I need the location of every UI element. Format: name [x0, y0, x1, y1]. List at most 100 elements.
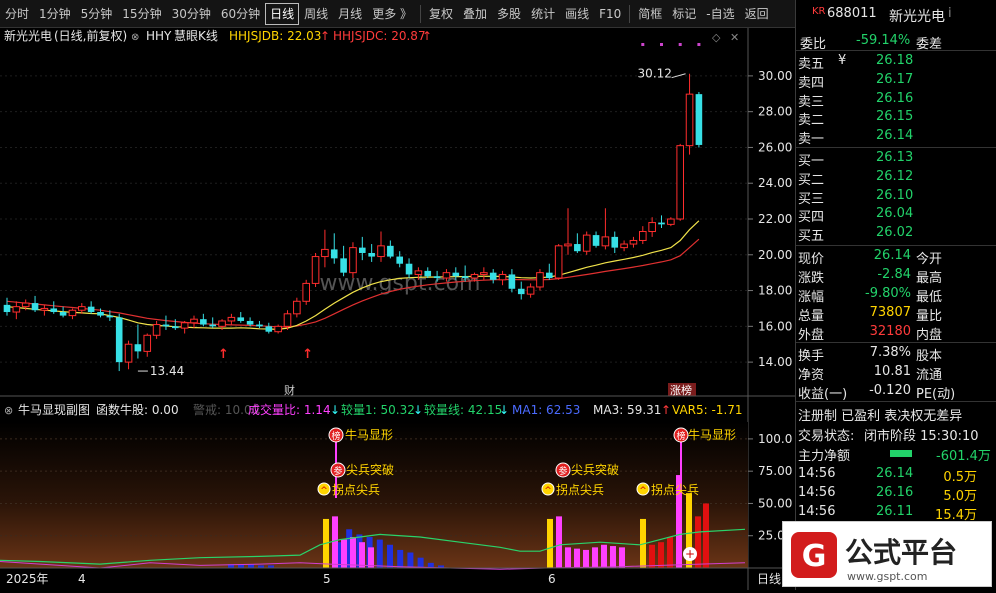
- main-y-tick-label: 24.00: [758, 176, 792, 190]
- candle-body: [508, 274, 516, 289]
- candle: [3, 297, 11, 316]
- toolbar-btn-3[interactable]: 15分钟: [117, 0, 166, 28]
- buy-price: 26.13: [876, 150, 914, 165]
- candle: [667, 217, 675, 227]
- tick-price: 26.11: [876, 504, 914, 519]
- info-icon[interactable]: i: [948, 6, 952, 21]
- candle-body: [302, 282, 310, 302]
- candle: [546, 263, 553, 280]
- event-marker-bang: 涨榜: [670, 383, 692, 397]
- signal-bar: [332, 516, 338, 568]
- net-flow-value: -601.4万: [936, 449, 991, 464]
- candle-body: [377, 245, 385, 258]
- chart-area[interactable]: 新光光电 (日线,前复权) ⊗ HHY 慧眼K线 HHJSJDB: 22.03 …: [0, 28, 795, 590]
- candle-body: [274, 325, 282, 333]
- toolbar-btn-18[interactable]: -自选: [701, 0, 739, 28]
- sub-f5: 较量线: 42.15: [424, 402, 502, 417]
- indicator-collapse-icon[interactable]: ⊗: [131, 32, 139, 43]
- toolbar-btn-6[interactable]: 日线: [265, 2, 300, 25]
- sub-indicator-name[interactable]: 牛马显现副图: [18, 402, 90, 417]
- tick-volume: 0.5万: [943, 470, 977, 485]
- stat2-value: -0.120: [869, 383, 911, 398]
- tick-row: 14:56 26.11 15.4万: [796, 504, 996, 523]
- toolbar-btn-4[interactable]: 30分钟: [167, 0, 216, 28]
- toolbar-btn-0[interactable]: 分时: [0, 0, 34, 28]
- toolbar-btn-15[interactable]: F10: [594, 0, 626, 28]
- event-marker-cai: 财: [284, 383, 295, 397]
- candle-body: [12, 306, 21, 313]
- toolbar-btn-10[interactable]: 复权: [424, 0, 458, 28]
- sub-f7-arrow: ↑: [661, 403, 671, 417]
- candle: [359, 236, 366, 261]
- candlestick-series[interactable]: [3, 73, 703, 372]
- signal-bar: [556, 516, 562, 568]
- reg-line: 注册制 已盈利 表决权无差异: [798, 409, 963, 424]
- toolbar-btn-1[interactable]: 1分钟: [34, 0, 76, 28]
- net-flow-bar: [890, 450, 912, 457]
- signal-dot-marker: [660, 43, 663, 46]
- kline-chart-svg[interactable]: 新光光电 (日线,前复权) ⊗ HHY 慧眼K线 HHJSJDB: 22.03 …: [0, 28, 795, 590]
- tick-price: 26.16: [876, 485, 914, 500]
- stat2-label-2: 股本: [916, 349, 943, 364]
- candle-body: [536, 272, 544, 288]
- toolbar-btn-8[interactable]: 月线: [333, 0, 367, 28]
- toolbar-btn-2[interactable]: 5分钟: [76, 0, 118, 28]
- indicator-code[interactable]: HHY: [146, 29, 172, 43]
- toolbar-btn-14[interactable]: 画线: [560, 0, 594, 28]
- buy-arrow-icon: ↑: [302, 347, 313, 362]
- candle-body: [200, 319, 207, 325]
- sub-collapse-icon[interactable]: ⊗: [4, 404, 13, 417]
- candle-body: [265, 326, 273, 332]
- chart-close-icon[interactable]: ✕: [730, 31, 739, 44]
- jbtp-label-2: 尖兵突破: [571, 462, 619, 477]
- candle: [227, 313, 236, 325]
- toolbar-btn-7[interactable]: 周线: [299, 0, 333, 28]
- stat-label-2: 最低: [916, 290, 943, 305]
- stats2-row: 收益(一) -0.120 PE(动): [796, 383, 996, 402]
- stat-label: 总量: [798, 309, 825, 324]
- candle: [676, 143, 685, 221]
- toolbar-btn-12[interactable]: 多股: [492, 0, 526, 28]
- sub-f5-arrow: ↓: [499, 403, 509, 417]
- max-price-label: 30.12: [638, 67, 672, 81]
- candle-body: [546, 272, 553, 279]
- stats-row: 涨跌 -2.84 最高: [796, 267, 996, 286]
- chart-diamond-icon[interactable]: ◇: [712, 31, 721, 44]
- x-axis-period[interactable]: 日线: [757, 572, 781, 586]
- candle-body: [695, 94, 703, 145]
- indicator-name[interactable]: 慧眼K线: [174, 28, 218, 43]
- toolbar-btn-5[interactable]: 60分钟: [216, 0, 265, 28]
- net-flow-row: 主力净额 -601.4万: [796, 445, 996, 464]
- trade-state-value: 闭市阶段 15:30:10: [864, 429, 979, 444]
- candle-body: [3, 304, 11, 313]
- candle-body: [667, 218, 675, 225]
- signal-bar: [583, 549, 589, 568]
- candle: [87, 301, 95, 314]
- candle-body: [582, 234, 591, 252]
- sell-label: 卖二: [798, 113, 825, 129]
- buy-price: 26.10: [876, 187, 914, 203]
- stat-value: 26.14: [873, 248, 911, 263]
- buy-row-1: 买一 26.13: [796, 150, 996, 169]
- toolbar-btn-16[interactable]: 简框: [633, 0, 667, 28]
- toolbar-btn-9[interactable]: 更多 》: [367, 0, 417, 28]
- toolbar-btn-19[interactable]: 返回: [740, 0, 774, 28]
- candle-body: [124, 343, 133, 363]
- sell-row-1: 卖一 26.14: [796, 128, 996, 148]
- candle-body: [405, 263, 413, 275]
- candle: [620, 240, 628, 252]
- toolbar-btn-13[interactable]: 统计: [526, 0, 560, 28]
- sell-label: 卖一: [798, 132, 825, 148]
- x-axis-month-6: 6: [548, 572, 556, 586]
- toolbar-btn-17[interactable]: 标记: [667, 0, 701, 28]
- candle-body: [78, 306, 86, 311]
- stat-value: -2.84: [877, 267, 911, 282]
- candle: [349, 242, 357, 279]
- signal-bar: [601, 544, 607, 568]
- candle: [498, 270, 507, 286]
- candle: [526, 283, 535, 298]
- candle-body: [143, 334, 152, 352]
- toolbar-btn-11[interactable]: 叠加: [458, 0, 492, 28]
- signal-bar: [547, 518, 553, 568]
- sub-y-tick-label: 75.00: [758, 464, 792, 478]
